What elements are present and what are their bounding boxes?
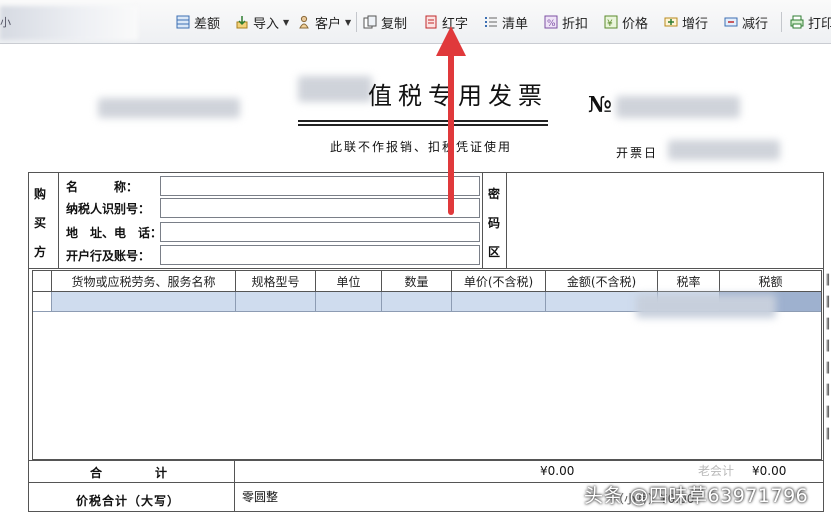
price-button[interactable]: ¥ 价格 [604, 13, 649, 32]
add-row-icon [664, 15, 678, 29]
title-underline [298, 124, 548, 126]
column-header[interactable]: 单价(不含税) [451, 271, 545, 292]
svg-text:%: % [547, 19, 556, 29]
invoice-date-label: 开票日 [616, 146, 659, 160]
title-underline [298, 120, 548, 122]
redacted-seller-area [98, 98, 240, 118]
copy-button[interactable]: 复制 [363, 13, 408, 32]
add-row-button[interactable]: 增行 [664, 13, 709, 32]
cipher-side-label: 密 [488, 187, 501, 201]
toolbar-divider [781, 12, 782, 32]
svg-text:¥: ¥ [607, 19, 613, 29]
chevron-down-icon[interactable]: ▼ [345, 18, 351, 27]
buyer-side-label: 买 [34, 216, 47, 230]
print-icon [790, 15, 804, 29]
row-indicator[interactable] [33, 292, 51, 312]
import-label: 导入 [253, 16, 280, 32]
discount-button[interactable]: % 折扣 [544, 13, 589, 32]
remove-row-label: 减行 [742, 16, 769, 32]
goods-name-cell[interactable] [51, 292, 235, 312]
toolbar-divider [356, 12, 357, 32]
grand-total-words: 零圆整 [242, 490, 279, 504]
redacted-invoice-date [668, 140, 780, 160]
copy-label: 复制 [381, 16, 408, 32]
column-header[interactable]: 规格型号 [235, 271, 315, 292]
toolbar-edge-glyph: 小 [0, 16, 11, 29]
red-letter-icon [424, 15, 438, 29]
red-letter-button[interactable]: 红字 [424, 13, 469, 32]
row-indicator-header [33, 271, 51, 292]
chevron-down-icon[interactable]: ▼ [283, 18, 289, 27]
column-header[interactable]: 数量 [381, 271, 451, 292]
redacted-row-values [636, 294, 776, 318]
column-header[interactable]: 货物或应税劳务、服务名称 [51, 271, 235, 292]
copy-icon [363, 15, 377, 29]
invoice-number-mark: № [588, 92, 612, 118]
invoice-title: 值税专用发票 [368, 82, 548, 110]
print-button[interactable]: 打印 [790, 13, 831, 32]
column-header[interactable]: 税率 [657, 271, 719, 292]
discount-icon: % [544, 15, 558, 29]
discount-label: 折扣 [562, 16, 589, 32]
unit-price-cell[interactable] [451, 292, 545, 312]
buyer-taxid-label: 纳税人识别号： [66, 202, 151, 216]
redacted-invoice-number [616, 96, 740, 118]
list-button[interactable]: 清单 [484, 13, 529, 32]
price-label: 价格 [622, 16, 649, 32]
cipher-divider [506, 172, 507, 268]
price-icon: ¥ [604, 15, 618, 29]
buyer-divider [58, 172, 59, 268]
buyer-address-label: 地 址、电 话： [66, 226, 163, 240]
buyer-address-input[interactable] [160, 222, 480, 242]
add-row-label: 增行 [682, 16, 709, 32]
difference-label: 差额 [194, 16, 221, 32]
buyer-name-input[interactable] [160, 176, 480, 196]
print-label: 打印 [808, 16, 831, 32]
customer-label: 客户 [315, 16, 342, 32]
cipher-side-label: 码 [488, 216, 501, 230]
quantity-cell[interactable] [381, 292, 451, 312]
redacted-toolbar-area [0, 6, 138, 40]
column-header[interactable]: 税额 [719, 271, 821, 292]
section-divider [28, 268, 824, 269]
watermark-text: 头条 @四味草63971796 [584, 485, 809, 507]
remove-row-icon [724, 15, 738, 29]
redacted-title-prefix [298, 76, 372, 102]
import-button[interactable]: 导入 ▼ [235, 13, 289, 32]
list-label: 清单 [502, 16, 529, 32]
toolbar: 小 差额 导入 ▼ 客户 ▼ 复制 红字 清单 % 折扣 ¥ 价格 增行 减行 … [0, 0, 831, 44]
remove-row-button[interactable]: 减行 [724, 13, 769, 32]
column-header[interactable]: 单位 [315, 271, 381, 292]
total-amount: ¥0.00 [540, 464, 575, 478]
total-label: 合 计 [90, 466, 169, 480]
buyer-divider [482, 172, 483, 268]
column-header[interactable]: 金额(不含税) [545, 271, 657, 292]
buyer-bank-label: 开户行及账号： [66, 249, 151, 263]
totals-divider [28, 460, 824, 461]
goods-table-header: 货物或应税劳务、服务名称 规格型号 单位 数量 单价(不含税) 金额(不含税) … [33, 271, 821, 292]
import-icon [235, 15, 249, 29]
buyer-bank-input[interactable] [160, 245, 480, 265]
list-icon [484, 15, 498, 29]
invoice-subtitle: 此联不作报销、扣税凭证使用 [330, 140, 513, 154]
difference-button[interactable]: 差额 [176, 13, 221, 32]
faded-watermark: 老会计 [698, 464, 735, 478]
customer-icon [297, 15, 311, 29]
customer-button[interactable]: 客户 ▼ [297, 13, 351, 32]
spec-cell[interactable] [235, 292, 315, 312]
buyer-side-label: 方 [34, 245, 47, 259]
unit-cell[interactable] [315, 292, 381, 312]
table-icon [176, 15, 190, 29]
red-letter-label: 红字 [442, 16, 469, 32]
cipher-side-label: 区 [488, 245, 501, 259]
totals-divider [234, 460, 235, 512]
buyer-name-label: 名 称： [66, 180, 139, 194]
total-tax: ¥0.00 [752, 464, 787, 478]
right-edge-fragment: ║ ║ ║ ║ ║ ║ ║ ║ [825, 275, 831, 440]
grand-total-label: 价税合计（大写） [76, 494, 181, 508]
buyer-side-label: 购 [34, 187, 47, 201]
buyer-taxid-input[interactable] [160, 198, 480, 218]
